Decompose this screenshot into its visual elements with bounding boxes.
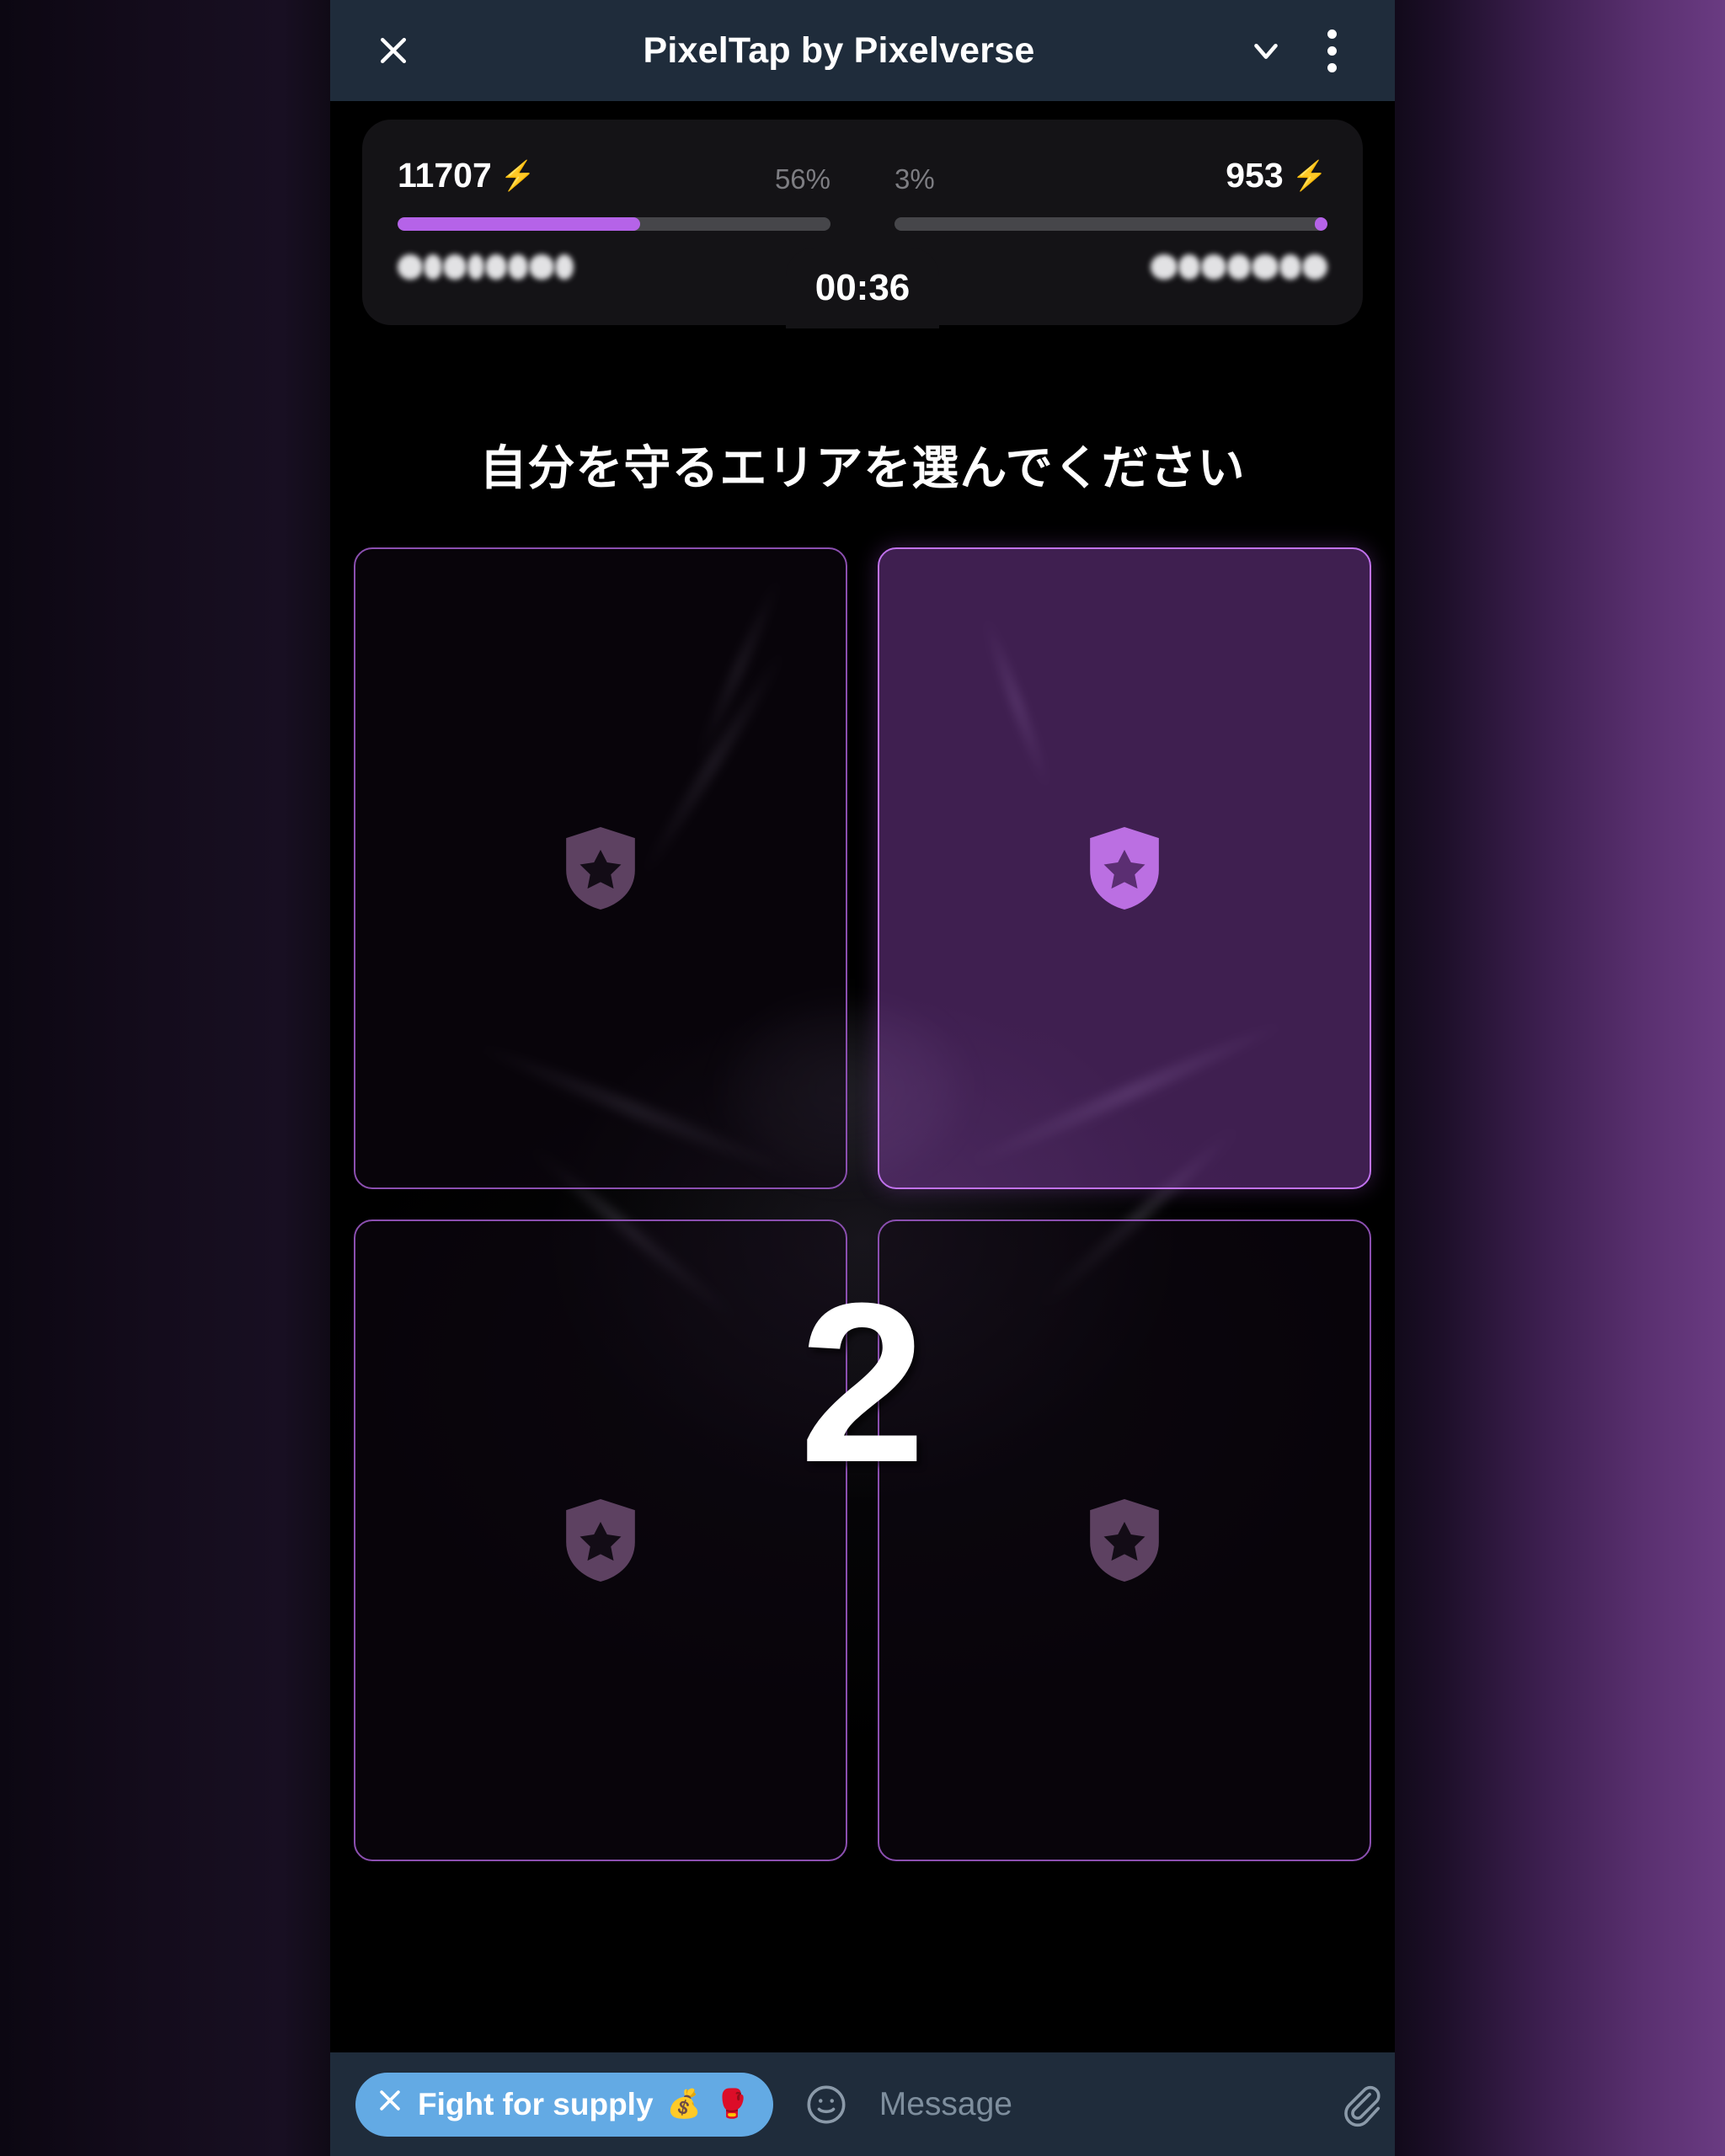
player-right: 3% 953 ⚡ — [895, 153, 1327, 325]
grid-cell-top-right[interactable] — [878, 547, 1371, 1189]
shield-star-icon — [559, 1495, 642, 1586]
supply-chip-button[interactable]: Fight for supply 💰 🥊 — [355, 2072, 773, 2137]
smiley-icon[interactable] — [795, 2082, 857, 2127]
player-right-progress-track — [895, 217, 1327, 231]
money-bag-icon: 💰 — [666, 2088, 702, 2119]
player-left-name-redacted — [398, 253, 830, 281]
player-left-percent: 56% — [774, 163, 830, 195]
player-left-progress-fill — [398, 217, 640, 231]
stats-panel: 11707 ⚡ 56% 3% 953 ⚡ 00:36 — [362, 120, 1363, 328]
boxing-glove-icon: 🥊 — [714, 2088, 750, 2119]
grid-cell-bottom-left[interactable] — [354, 1219, 847, 1861]
grid-cell-top-left[interactable] — [354, 547, 847, 1189]
chevron-down-icon[interactable] — [1233, 18, 1299, 83]
app-header: PixelTap by Pixelverse — [330, 0, 1395, 101]
page-title: PixelTap by Pixelverse — [643, 29, 1035, 71]
grid-cell-bottom-right[interactable] — [878, 1219, 1371, 1861]
player-left-score-value: 11707 — [398, 156, 492, 195]
player-left-score: 11707 ⚡ — [398, 156, 536, 195]
game-stage: 自分を守るエリアを選んでください 2 — [330, 360, 1395, 2052]
stats-section: 11707 ⚡ 56% 3% 953 ⚡ 00:36 — [330, 101, 1395, 360]
player-right-score-value: 953 — [1226, 156, 1284, 195]
instruction-heading: 自分を守るエリアを選んでください — [479, 441, 1246, 494]
shield-star-icon — [1083, 823, 1166, 914]
defense-grid — [354, 547, 1371, 1861]
player-left-progress-track — [398, 217, 830, 231]
close-icon[interactable] — [376, 2086, 404, 2122]
paperclip-icon[interactable] — [1330, 2082, 1392, 2127]
player-right-percent: 3% — [895, 163, 935, 195]
kebab-menu-icon[interactable] — [1299, 18, 1365, 83]
supply-chip-label: Fight for supply — [418, 2086, 654, 2121]
player-right-progress-fill — [1314, 217, 1327, 231]
energy-bolt-icon: ⚡ — [1291, 159, 1327, 192]
message-input[interactable] — [879, 2085, 1308, 2123]
close-icon[interactable] — [360, 18, 426, 83]
shield-star-icon — [559, 823, 642, 914]
energy-bolt-icon: ⚡ — [499, 159, 537, 192]
player-left: 11707 ⚡ 56% — [398, 153, 830, 325]
match-timer: 00:36 — [786, 248, 939, 328]
shield-star-icon — [1083, 1495, 1166, 1586]
miniapp-frame: PixelTap by Pixelverse 11707 ⚡ 56% 3% 95… — [330, 0, 1395, 2156]
player-right-name-redacted — [895, 253, 1327, 281]
kebab-dots — [1327, 29, 1337, 72]
player-right-score: 953 ⚡ — [1226, 156, 1327, 195]
message-composer: Fight for supply 💰 🥊 — [330, 2052, 1395, 2156]
